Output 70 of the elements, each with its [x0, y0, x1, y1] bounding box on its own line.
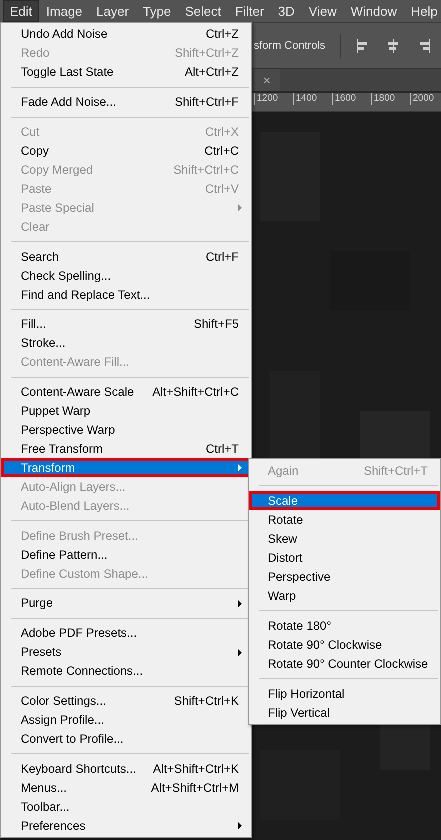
shortcut-label: Ctrl+V [205, 182, 239, 196]
menu-item[interactable]: Flip Vertical [249, 703, 440, 722]
menu-item[interactable]: Free Transform Ctrl+T [1, 440, 251, 458]
menu-item[interactable]: Purge [1, 594, 251, 613]
menu-item[interactable]: Preferences [1, 816, 251, 836]
ruler-label: 1600 [332, 93, 371, 105]
menu-item[interactable]: Search Ctrl+F [1, 247, 251, 266]
tab-close-button[interactable]: × [254, 69, 280, 91]
menu-item[interactable]: Copy Ctrl+C [1, 142, 251, 161]
ruler-label: 1800 [371, 93, 410, 105]
menu-bar-item[interactable]: Image [39, 0, 90, 22]
menu-bar-item[interactable]: View [302, 0, 344, 22]
menu-item[interactable]: Stroke... [1, 334, 251, 353]
shortcut-label: Alt+Shift+Ctrl+C [152, 385, 239, 400]
shortcut-label: Alt+Ctrl+Z [184, 65, 239, 80]
menu-bar-item[interactable]: Layer [90, 0, 136, 22]
menu-item[interactable]: Toggle Last State Alt+Ctrl+Z [1, 62, 251, 82]
menu-item[interactable]: Rotate 90° Clockwise [249, 635, 440, 654]
menu-item[interactable]: Adobe PDF Presets... [1, 624, 251, 643]
menu-item[interactable]: Find and Replace Text... [1, 285, 251, 304]
menu-item[interactable]: Skew [249, 529, 440, 548]
menu-item[interactable]: Color Settings... Shift+Ctrl+K [1, 692, 251, 711]
menu-item[interactable]: Warp [249, 586, 440, 605]
shortcut-label: Shift+F5 [194, 317, 239, 332]
menu-item[interactable]: Rotate [249, 510, 440, 529]
ruler-label: 2000 [410, 93, 441, 105]
shortcut-label: Shift+Ctrl+Z [174, 46, 239, 60]
menu-item[interactable]: Toolbar... [1, 797, 251, 816]
menu-item[interactable]: Remote Connections... [1, 662, 251, 681]
ruler-label: 1200 [254, 93, 293, 105]
menu-bar-item[interactable]: Help [404, 0, 441, 22]
menu-item[interactable]: Perspective [249, 567, 440, 586]
menu-bar-item[interactable]: Type [136, 0, 178, 22]
menu-bar-item[interactable]: Edit [3, 0, 40, 22]
shortcut-label: Ctrl+F [206, 250, 239, 264]
menu-item[interactable]: Distort [249, 548, 440, 567]
shortcut-label: Alt+Shift+Ctrl+M [151, 780, 239, 795]
menu-item[interactable]: Transform [1, 458, 251, 478]
menu-item[interactable]: Rotate 90° Counter Clockwise [249, 654, 440, 673]
ruler-label: 1400 [293, 93, 332, 105]
shortcut-label: Shift+Ctrl+K [174, 694, 239, 708]
menu-bar-item[interactable]: Select [178, 0, 228, 22]
menu-bar-item[interactable]: 3D [271, 0, 302, 22]
menu-item[interactable]: Fade Add Noise... Shift+Ctrl+F [1, 92, 251, 112]
menu-item[interactable]: Menus... Alt+Shift+Ctrl+M [1, 778, 251, 798]
menu-item[interactable]: Assign Profile... [1, 710, 251, 730]
option-label: sform Controls [254, 40, 326, 52]
menu-item[interactable]: Fill... Shift+F5 [1, 314, 251, 334]
menu-item[interactable]: Check Spelling... [1, 266, 251, 286]
menu-item[interactable]: Undo Add Noise Ctrl+Z [1, 25, 251, 44]
menu-item[interactable]: Scale [249, 491, 440, 510]
shortcut-label: Shift+Ctrl+C [174, 162, 239, 177]
menu-item[interactable]: Presets [1, 642, 251, 662]
menu-bar-item[interactable]: Filter [228, 0, 272, 22]
menu-item[interactable]: Content-Aware Scale Alt+Shift+Ctrl+C [1, 382, 251, 402]
menu-bar-item[interactable]: Window [344, 0, 404, 22]
shortcut-label: Ctrl+X [205, 125, 239, 140]
shortcut-label: Ctrl+C [204, 144, 239, 158]
menu-item[interactable]: Convert to Profile... [1, 730, 251, 748]
shortcut-label: Ctrl+T [206, 442, 239, 456]
menu-item[interactable]: Define Pattern... [1, 545, 251, 564]
menu-item[interactable]: Rotate 180° [249, 616, 440, 635]
shortcut-label: Shift+Ctrl+T [364, 464, 428, 478]
menu-item[interactable]: Perspective Warp [1, 420, 251, 440]
shortcut-label: Ctrl+Z [206, 27, 239, 42]
menu-item[interactable]: Puppet Warp [1, 402, 251, 421]
shortcut-label: Alt+Shift+Ctrl+K [153, 762, 239, 776]
shortcut-label: Shift+Ctrl+F [174, 95, 239, 110]
menu-item[interactable]: Flip Horizontal [249, 684, 440, 703]
menu-item[interactable]: Keyboard Shortcuts... Alt+Shift+Ctrl+K [1, 759, 251, 778]
